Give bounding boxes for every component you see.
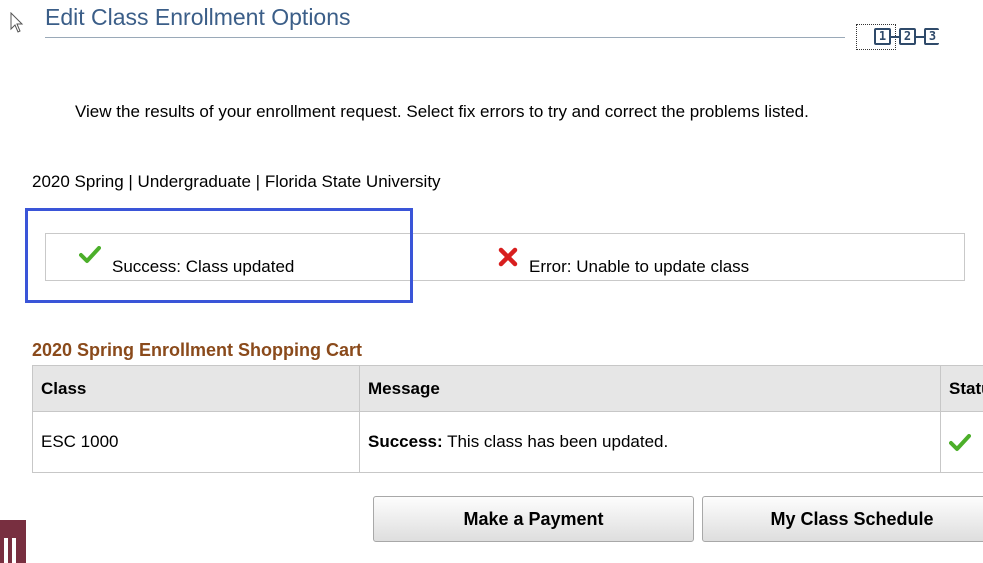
column-header-class: Class — [32, 365, 360, 412]
side-tab-bar-icon — [4, 538, 8, 563]
annotation-highlight-box — [25, 208, 413, 303]
error-x-icon — [498, 247, 518, 267]
error-legend-label: Error: Unable to update class — [529, 257, 750, 276]
column-header-message: Message — [359, 365, 941, 412]
step-1[interactable]: 1 — [874, 28, 891, 45]
step-connector — [891, 36, 899, 38]
mouse-cursor-icon — [10, 12, 24, 33]
message-status-prefix: Success: — [368, 432, 443, 451]
table-row: ESC 1000 Success: This class has been up… — [32, 411, 983, 473]
my-class-schedule-button[interactable]: My Class Schedule — [702, 496, 983, 542]
enrollment-results-table: Class Message Status ESC 1000 Success: T… — [32, 365, 983, 473]
step-3[interactable]: 3 — [924, 28, 939, 45]
step-2[interactable]: 2 — [899, 28, 916, 45]
page-title: Edit Class Enrollment Options — [45, 4, 351, 30]
check-icon — [949, 433, 971, 451]
table-header-row: Class Message Status — [32, 365, 983, 412]
step-connector — [916, 36, 924, 38]
make-a-payment-button[interactable]: Make a Payment — [373, 496, 694, 542]
shopping-cart-heading: 2020 Spring Enrollment Shopping Cart — [32, 340, 363, 360]
message-text: This class has been updated. — [442, 432, 669, 451]
title-divider — [45, 37, 845, 38]
message-cell: Success: This class has been updated. — [359, 411, 941, 473]
status-cell — [940, 411, 983, 473]
side-menu-tab[interactable] — [0, 520, 26, 563]
class-cell: ESC 1000 — [32, 411, 360, 473]
column-header-status: Status — [940, 365, 983, 412]
term-info: 2020 Spring | Undergraduate | Florida St… — [32, 172, 441, 191]
intro-text: View the results of your enrollment requ… — [75, 102, 809, 121]
side-tab-bar-icon — [12, 538, 16, 563]
